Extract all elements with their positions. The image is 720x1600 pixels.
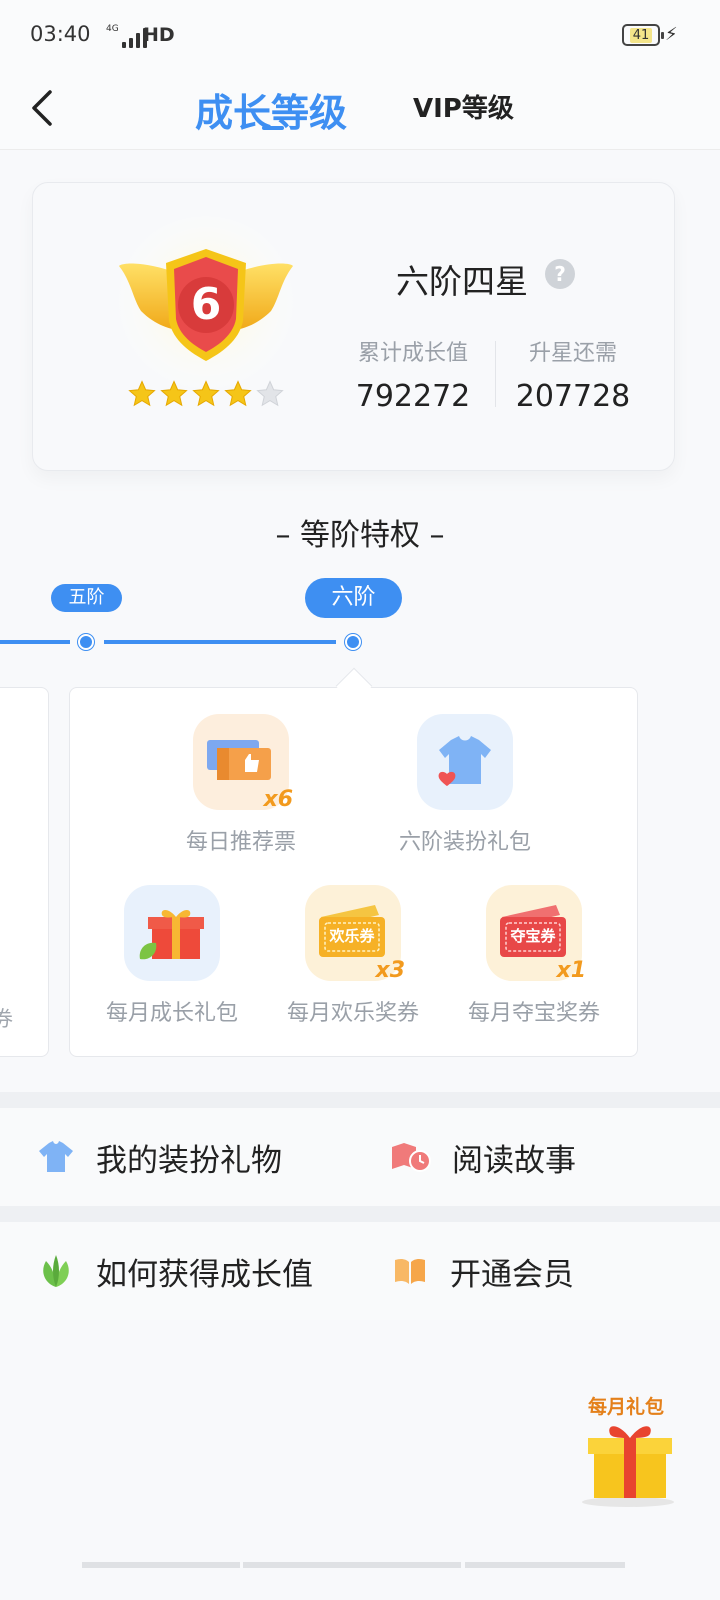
star-rating bbox=[127, 379, 285, 409]
monthly-gift-button[interactable] bbox=[580, 1416, 680, 1508]
network-type: 4G bbox=[106, 24, 119, 34]
ticket-icon: x6 bbox=[193, 714, 293, 812]
star-filled-icon bbox=[128, 380, 156, 407]
perk-label: 每月成长礼包 bbox=[105, 1001, 238, 1026]
star-filled-icon bbox=[160, 380, 188, 407]
menu-separator bbox=[0, 1206, 720, 1222]
total-growth-label: 累计成长值 bbox=[357, 341, 468, 366]
perk-label: 每日推荐票 bbox=[185, 830, 296, 855]
level-name: 六阶四星 bbox=[396, 262, 528, 301]
joy-coupon-icon: 欢乐券 x3 bbox=[305, 885, 405, 983]
timeline-dot-5[interactable] bbox=[78, 634, 94, 650]
battery-level: 41 bbox=[629, 27, 653, 43]
star-filled-icon bbox=[192, 380, 220, 407]
coupon-text: 欢乐券 bbox=[329, 927, 375, 945]
perk-daily-ticket[interactable]: x6 每日推荐票 bbox=[151, 714, 331, 856]
badge-number: 6 bbox=[191, 279, 222, 330]
menu-row-2: 如何获得成长值 开通会员 bbox=[0, 1222, 720, 1320]
shirt-heart-icon bbox=[417, 714, 513, 810]
header: 成长等级 VIP等级 bbox=[0, 70, 720, 150]
perk-label: 每月欢乐奖券 bbox=[286, 1001, 419, 1026]
perk-label: 每月夺宝奖券 bbox=[467, 1001, 600, 1026]
timeline-line bbox=[104, 640, 336, 644]
perk-label: 六阶装扮礼包 bbox=[398, 830, 531, 855]
perk-multiplier: x6 bbox=[263, 787, 294, 812]
menu-label: 如何获得成长值 bbox=[96, 1256, 313, 1293]
status-bar: 03:40 4G HD 41 ⚡ bbox=[0, 0, 720, 70]
stage-pill-6[interactable]: 六阶 bbox=[305, 578, 402, 618]
menu-label: 阅读故事 bbox=[452, 1142, 576, 1179]
prev-card-label-tail: 券 bbox=[0, 1007, 13, 1031]
menu-label: 开通会员 bbox=[450, 1256, 574, 1293]
tab-active-indicator bbox=[262, 126, 284, 130]
timeline-line bbox=[0, 640, 70, 644]
level-badge: 6 bbox=[111, 211, 301, 426]
tab-vip-level[interactable]: VIP等级 bbox=[413, 88, 514, 125]
book-icon bbox=[390, 1251, 430, 1291]
shirt-icon bbox=[36, 1137, 76, 1177]
star-empty-icon bbox=[256, 380, 284, 407]
leaf-icon bbox=[36, 1251, 76, 1291]
menu-open-membership[interactable]: 开通会员 bbox=[390, 1222, 574, 1320]
perk-outfit-pack[interactable]: 六阶装扮礼包 bbox=[375, 714, 555, 856]
home-indicator bbox=[82, 1562, 240, 1568]
menu-read-stories[interactable]: 阅读故事 bbox=[390, 1108, 576, 1206]
level-card: 6 六阶四星 ? 累计成长值 792272 升星还需 207728 bbox=[32, 182, 675, 471]
perk-monthly-gift[interactable]: 每月成长礼包 bbox=[82, 885, 262, 1027]
story-icon bbox=[390, 1137, 432, 1177]
menu-row-1: 我的装扮礼物 阅读故事 bbox=[0, 1108, 720, 1206]
menu-label: 我的装扮礼物 bbox=[96, 1142, 282, 1179]
hd-indicator: HD bbox=[143, 24, 175, 46]
star-filled-icon bbox=[224, 380, 252, 407]
back-arrow-icon bbox=[32, 90, 52, 126]
perk-multiplier: x3 bbox=[375, 958, 406, 983]
next-star-value: 207728 bbox=[515, 379, 631, 414]
battery-icon: 41 bbox=[622, 24, 664, 46]
monthly-gift-label[interactable]: 每月礼包 bbox=[588, 1392, 664, 1419]
stage-pill-5[interactable]: 五阶 bbox=[51, 584, 122, 612]
signal-icon: 4G bbox=[100, 24, 147, 48]
perk-multiplier: x1 bbox=[556, 958, 587, 983]
menu-my-outfit-gifts[interactable]: 我的装扮礼物 bbox=[36, 1108, 282, 1206]
charging-icon: ⚡ bbox=[665, 24, 678, 45]
perk-joy-coupon[interactable]: 欢乐券 x3 每月欢乐奖券 bbox=[263, 885, 443, 1027]
home-indicator bbox=[465, 1562, 625, 1568]
back-button[interactable] bbox=[22, 82, 70, 130]
perk-card-previous[interactable] bbox=[0, 687, 49, 1057]
help-icon[interactable]: ? bbox=[545, 259, 575, 289]
gift-box-icon bbox=[124, 885, 220, 981]
perk-treasure-coupon[interactable]: 夺宝券 x1 每月夺宝奖券 bbox=[444, 885, 624, 1027]
status-time: 03:40 bbox=[30, 22, 91, 46]
menu-separator bbox=[0, 1092, 720, 1108]
gift-icon bbox=[582, 1426, 674, 1507]
treasure-coupon-icon: 夺宝券 x1 bbox=[486, 885, 586, 983]
total-growth-value: 792272 bbox=[355, 379, 471, 414]
privileges-title: – 等阶特权 – bbox=[275, 518, 445, 553]
menu-how-to-grow[interactable]: 如何获得成长值 bbox=[36, 1222, 313, 1320]
next-star-label: 升星还需 bbox=[528, 341, 617, 366]
coupon-text: 夺宝券 bbox=[510, 927, 556, 945]
timeline-dot-6[interactable] bbox=[345, 634, 361, 650]
home-indicator bbox=[243, 1562, 461, 1568]
